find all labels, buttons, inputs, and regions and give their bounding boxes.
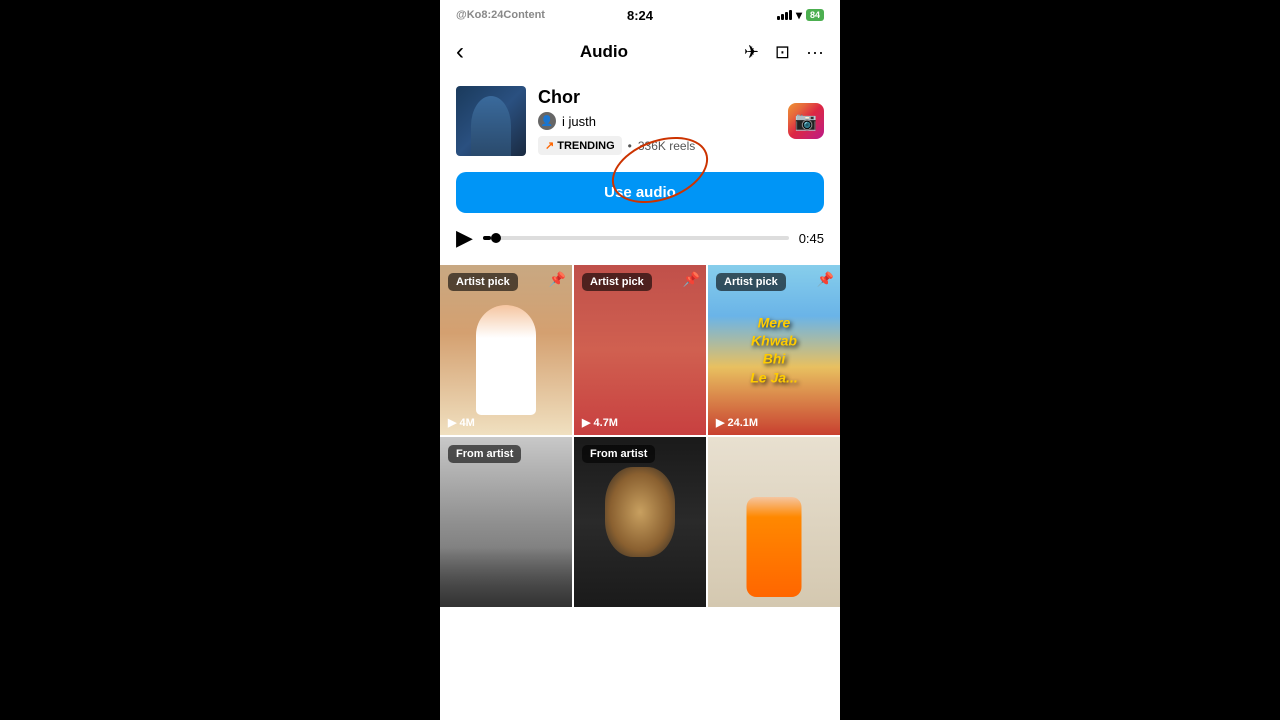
video-cell-1[interactable]: Artist pick 📌 ▶ 4M — [440, 265, 572, 435]
video-text-overlay: MereKhwabBhiLe Ja... — [715, 314, 834, 387]
instagram-icon: 📷 — [795, 111, 817, 132]
reel-count-value: 336K reels — [638, 139, 695, 153]
track-artist-row: 👤 i justh — [538, 112, 776, 130]
trending-badge: ↗ TRENDING — [538, 136, 622, 155]
share-button[interactable]: ✈ — [744, 42, 759, 63]
artist-avatar: 👤 — [538, 112, 556, 130]
header-actions: ✈ ⊡ ··· — [744, 42, 824, 63]
wifi-icon: ▾ — [796, 8, 802, 22]
track-details: Chor 👤 i justh ↗ TRENDING • 336K reels — [538, 87, 776, 155]
reel-count: • — [628, 139, 632, 153]
view-count-2: ▶ 4.7M — [582, 416, 618, 429]
pin-icon-2: 📌 — [683, 271, 700, 288]
time-display: 8:24 — [627, 8, 653, 23]
track-thumbnail — [456, 86, 526, 156]
artist-pick-badge-1: Artist pick — [448, 273, 518, 291]
signal-icon — [777, 10, 792, 20]
progress-fill — [483, 236, 491, 240]
trending-label: TRENDING — [557, 140, 614, 152]
audience-thumbnail — [440, 547, 572, 607]
handle-text: @Ko8:24Content — [456, 9, 545, 21]
view-count-1: ▶ 4M — [448, 416, 475, 429]
trending-arrow-icon: ↗ — [545, 139, 554, 152]
use-audio-button[interactable]: Use audio — [456, 172, 824, 213]
status-bar: @Ko8:24Content 8:24 ▾ 84 — [440, 0, 840, 30]
play-button[interactable]: ▶ — [456, 225, 473, 251]
artist-pick-badge-3: Artist pick — [716, 273, 786, 291]
instagram-button[interactable]: 📷 — [788, 103, 824, 139]
view-count-3: ▶ 24.1M — [716, 416, 758, 429]
video-cell-6[interactable] — [708, 437, 840, 607]
video-grid: Artist pick 📌 ▶ 4M Artist pick 📌 ▶ 4.7M … — [440, 265, 840, 607]
more-button[interactable]: ··· — [806, 42, 824, 63]
from-artist-badge-1: From artist — [448, 445, 521, 463]
page-title: Audio — [580, 42, 628, 62]
thumbnail-person — [471, 96, 511, 156]
pin-icon-1: 📌 — [549, 271, 566, 288]
from-artist-badge-2: From artist — [582, 445, 655, 463]
duration-label: 0:45 — [799, 231, 824, 246]
pin-icon-3: 📌 — [817, 271, 834, 288]
track-name: Chor — [538, 87, 776, 108]
artist-pick-badge-2: Artist pick — [582, 273, 652, 291]
video-cell-4[interactable]: From artist — [440, 437, 572, 607]
status-icons: ▾ 84 — [777, 8, 824, 22]
navigation-header: ‹ Audio ✈ ⊡ ··· — [440, 30, 840, 74]
progress-dot — [491, 233, 501, 243]
progress-bar[interactable] — [483, 236, 789, 240]
track-info: Chor 👤 i justh ↗ TRENDING • 336K reels 📷 — [440, 74, 840, 168]
track-meta: ↗ TRENDING • 336K reels — [538, 136, 776, 155]
dance-thumbnail — [747, 497, 802, 597]
audio-player: ▶ 0:45 — [440, 225, 840, 265]
video-cell-2[interactable]: Artist pick 📌 ▶ 4.7M — [574, 265, 706, 435]
phone-frame: @Ko8:24Content 8:24 ▾ 84 ‹ Audio ✈ ⊡ ··· — [440, 0, 840, 720]
back-button[interactable]: ‹ — [456, 38, 464, 66]
save-button[interactable]: ⊡ — [775, 42, 790, 63]
artist-name: i justh — [562, 114, 596, 129]
video-cell-3[interactable]: MereKhwabBhiLe Ja... Artist pick 📌 ▶ 24.… — [708, 265, 840, 435]
thumbnail-figure — [476, 305, 536, 415]
video-cell-5[interactable]: From artist — [574, 437, 706, 607]
battery-indicator: 84 — [806, 9, 824, 21]
face-thumbnail — [605, 467, 675, 557]
